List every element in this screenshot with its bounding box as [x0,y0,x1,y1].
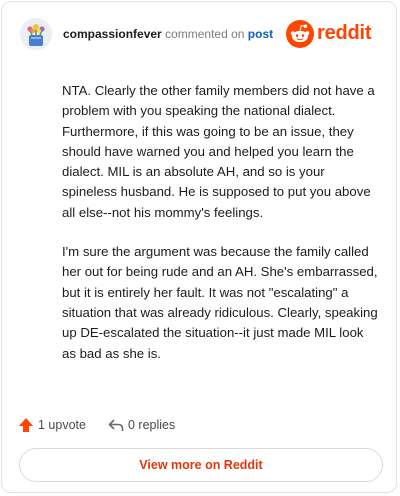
comment-embed-card: compassionfever commented on post reddit… [1,1,397,493]
upvote-arrow-icon [19,418,33,432]
avatar-flower-icon[interactable] [20,18,52,50]
reply-count: 0 replies [128,418,176,432]
brand-wordmark: reddit [317,22,372,44]
username-link[interactable]: compassionfever [63,27,162,41]
reddit-snoo-icon [286,20,314,48]
comment-meta: compassionfever commented on post [63,27,273,41]
reddit-logo[interactable]: reddit [286,20,378,48]
reply-button[interactable]: 0 replies [108,416,188,436]
meta-verb: commented on [165,27,245,41]
comment-paragraph-1: NTA. Clearly the other family members di… [62,83,375,220]
comment-header: compassionfever commented on post reddit [20,18,380,54]
upvote-count: 1 upvote [38,418,86,432]
upvote-button[interactable]: 1 upvote [18,416,98,436]
comment-paragraph-2: I'm sure the argument was because the fa… [62,244,378,361]
comment-body: NTA. Clearly the other family members di… [62,81,380,383]
reply-arrow-icon [108,419,124,431]
view-more-button[interactable]: View more on Reddit [19,448,383,482]
post-link[interactable]: post [248,27,273,41]
